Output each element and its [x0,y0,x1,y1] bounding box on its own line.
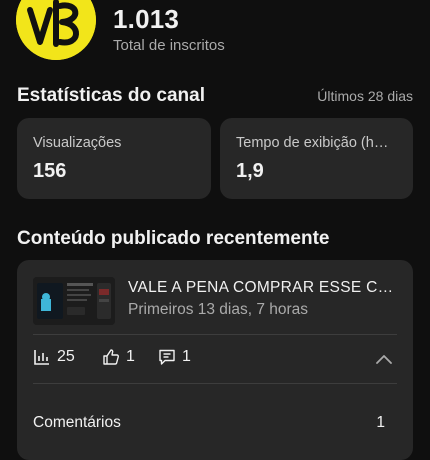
stats-section-title: Estatísticas do canal [17,85,205,106]
channel-logo-icon [16,0,96,60]
bar-chart-icon [34,350,49,365]
views-stat-card[interactable]: Visualizações 156 [17,118,211,199]
watch-time-stat-card[interactable]: Tempo de exibição (horas) 1,9 [220,118,413,199]
channel-avatar[interactable] [16,0,96,60]
likes-metric: 1 [102,348,135,366]
thumbnail-image-icon [33,277,115,325]
video-meta: Primeiros 13 dias, 7 horas [128,301,309,318]
comments-row-value: 1 [376,414,385,431]
chevron-up-icon [376,355,392,364]
video-thumbnail[interactable] [33,277,115,325]
divider [33,334,397,335]
date-range-label[interactable]: Últimos 28 dias [317,88,413,104]
views-value: 156 [33,160,67,182]
thumbs-up-icon [103,349,119,365]
views-metric: 25 [33,348,75,366]
subscriber-count: 1.013 [113,4,180,34]
views-count: 25 [57,348,75,365]
collapse-button[interactable] [373,350,395,368]
likes-count: 1 [126,348,135,365]
comments-row-label: Comentários [33,414,121,431]
subscriber-label: Total de inscritos [113,37,225,54]
divider [33,383,397,384]
views-label: Visualizações [33,135,122,151]
watch-time-label: Tempo de exibição (horas) [236,135,396,151]
video-title[interactable]: VALE A PENA COMPRAR ESSE CELULAR [128,279,398,297]
recent-section-title: Conteúdo publicado recentemente [17,228,330,249]
comments-count: 1 [182,348,191,365]
comment-icon [159,349,175,365]
comments-metric: 1 [158,348,191,366]
recent-video-card: VALE A PENA COMPRAR ESSE CELULAR Primeir… [17,260,413,460]
watch-time-value: 1,9 [236,160,264,182]
